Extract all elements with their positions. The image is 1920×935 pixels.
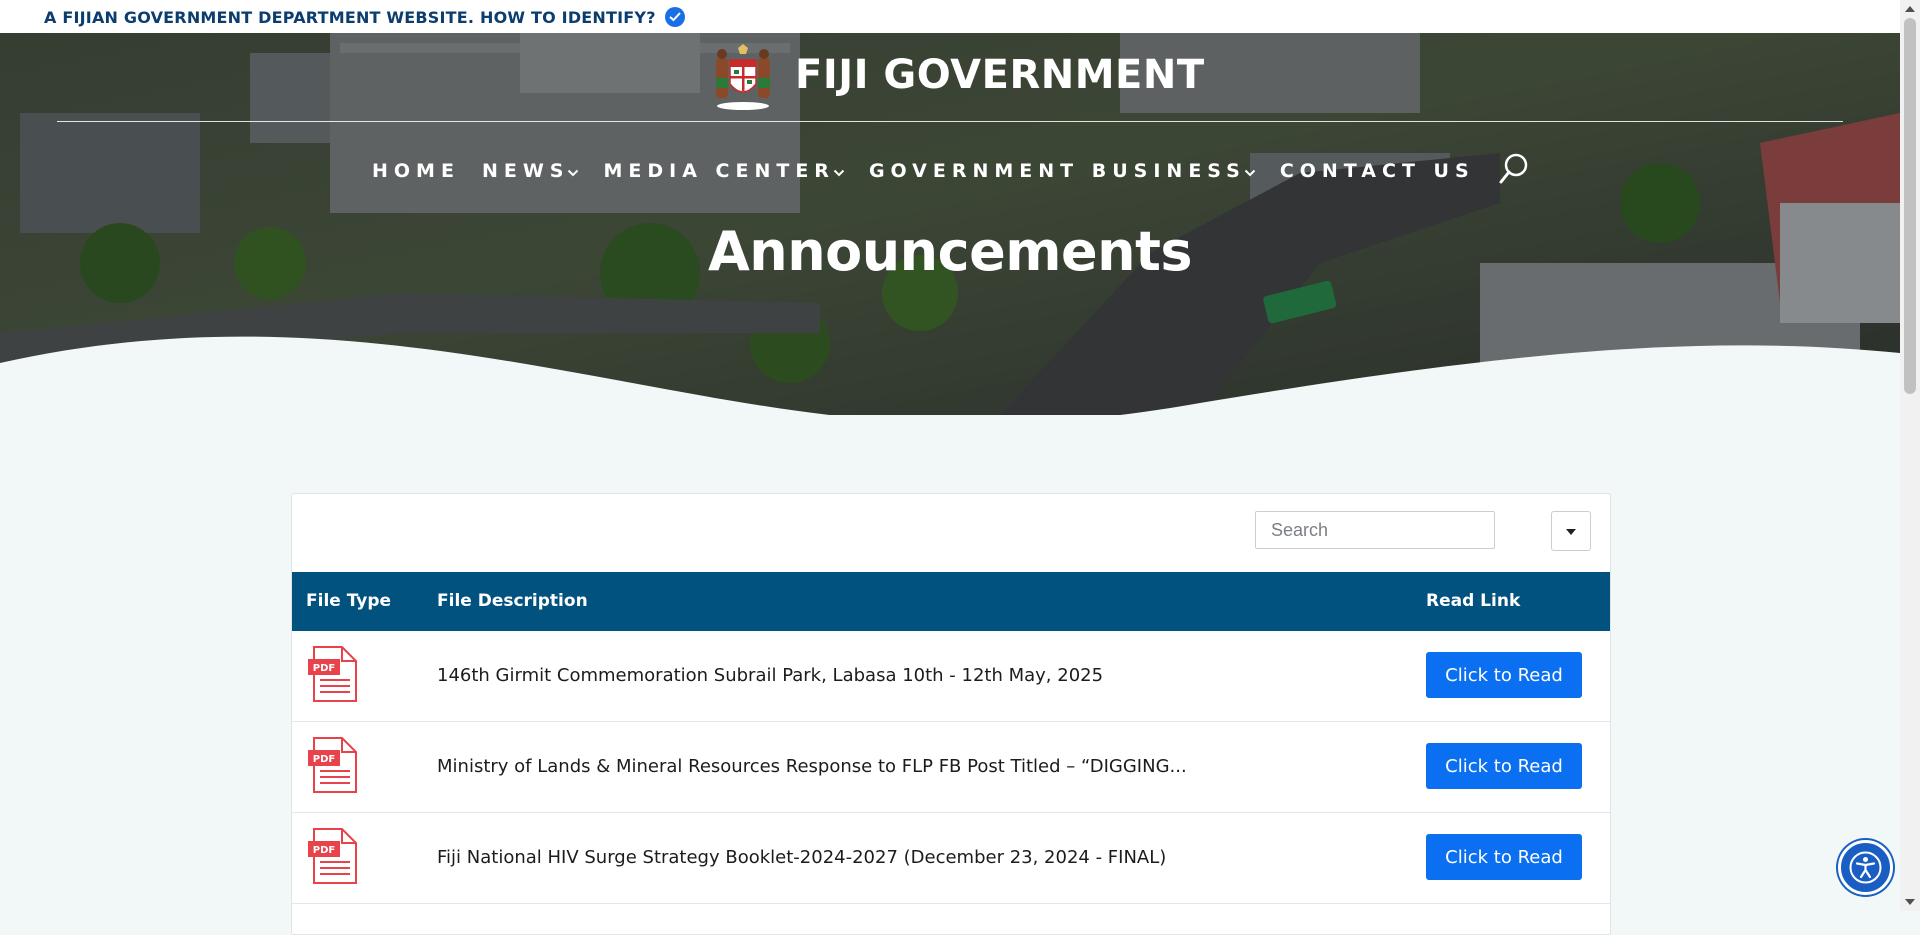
chevron-down-icon[interactable] [567, 160, 579, 182]
table-row: PDF Fiji National HIV Surge Strategy Boo… [292, 813, 1610, 904]
nav-home[interactable]: HOME [372, 160, 460, 182]
search-icon[interactable] [1497, 152, 1531, 191]
verification-link[interactable]: A FIJIAN GOVERNMENT DEPARTMENT WEBSITE. … [44, 7, 686, 27]
nav-government-business-label[interactable]: GOVERNMENT BUSINESS [869, 160, 1246, 182]
table-header: File Type File Description Read Link [292, 572, 1610, 631]
scrollbar-thumb[interactable] [1904, 18, 1916, 394]
scroll-up-arrow-icon[interactable] [1905, 6, 1915, 12]
nav-news[interactable]: NEWS [482, 160, 582, 182]
accessibility-icon[interactable] [1849, 851, 1882, 884]
click-to-read-button[interactable]: Click to Read [1426, 652, 1582, 698]
page-title: Announcements [707, 220, 1193, 283]
svg-text:PDF: PDF [313, 663, 335, 674]
nav-contact-us[interactable]: CONTACT US [1280, 160, 1475, 182]
table-row: PDF Ministry of Lands & Mineral Resource… [292, 722, 1610, 813]
header-divider [57, 121, 1843, 122]
file-description: Ministry of Lands & Mineral Resources Re… [437, 756, 1187, 777]
chevron-down-icon[interactable] [833, 160, 845, 182]
coat-of-arms-logo[interactable] [712, 44, 774, 110]
column-header-read-link[interactable]: Read Link [1426, 591, 1520, 611]
verification-text[interactable]: A FIJIAN GOVERNMENT DEPARTMENT WEBSITE. … [44, 8, 656, 27]
site-title[interactable]: FIJI GOVERNMENT [795, 52, 1205, 98]
nav-media-center[interactable]: MEDIA CENTER [603, 160, 846, 182]
svg-text:PDF: PDF [313, 754, 335, 765]
main-nav: HOME NEWS MEDIA CENTER GOVERNMENT BUSINE… [372, 153, 1531, 186]
chevron-down-icon[interactable] [1244, 160, 1256, 182]
scroll-down-arrow-icon[interactable] [1905, 899, 1915, 905]
table-search-input[interactable] [1255, 511, 1495, 549]
file-description: 146th Girmit Commemoration Subrail Park,… [437, 665, 1104, 686]
pdf-file-icon: PDF [308, 736, 358, 799]
nav-media-center-label[interactable]: MEDIA CENTER [603, 160, 834, 182]
click-to-read-button[interactable]: Click to Read [1426, 834, 1582, 880]
svg-text:PDF: PDF [313, 845, 335, 856]
column-header-file-description[interactable]: File Description [437, 591, 588, 611]
page-scrollbar[interactable] [1900, 0, 1920, 911]
click-to-read-button[interactable]: Click to Read [1426, 743, 1582, 789]
announcements-table-card: File Type File Description Read Link PDF… [291, 493, 1611, 935]
accessibility-button[interactable] [1838, 840, 1893, 895]
nav-news-label[interactable]: NEWS [482, 160, 570, 182]
file-description: Fiji National HIV Surge Strategy Booklet… [437, 847, 1167, 868]
pdf-file-icon: PDF [308, 827, 358, 890]
gov-verification-bar: A FIJIAN GOVERNMENT DEPARTMENT WEBSITE. … [0, 0, 1900, 33]
column-header-file-type[interactable]: File Type [306, 591, 391, 611]
caret-down-icon[interactable] [1566, 529, 1576, 535]
columns-dropdown-button[interactable] [1551, 511, 1591, 551]
nav-government-business[interactable]: GOVERNMENT BUSINESS [869, 160, 1258, 182]
verified-check-icon[interactable] [665, 7, 686, 27]
pdf-file-icon: PDF [308, 645, 358, 708]
nav-contact-us-label[interactable]: CONTACT US [1280, 160, 1475, 182]
nav-home-label[interactable]: HOME [372, 160, 460, 182]
table-row: PDF 146th Girmit Commemoration Subrail P… [292, 631, 1610, 722]
